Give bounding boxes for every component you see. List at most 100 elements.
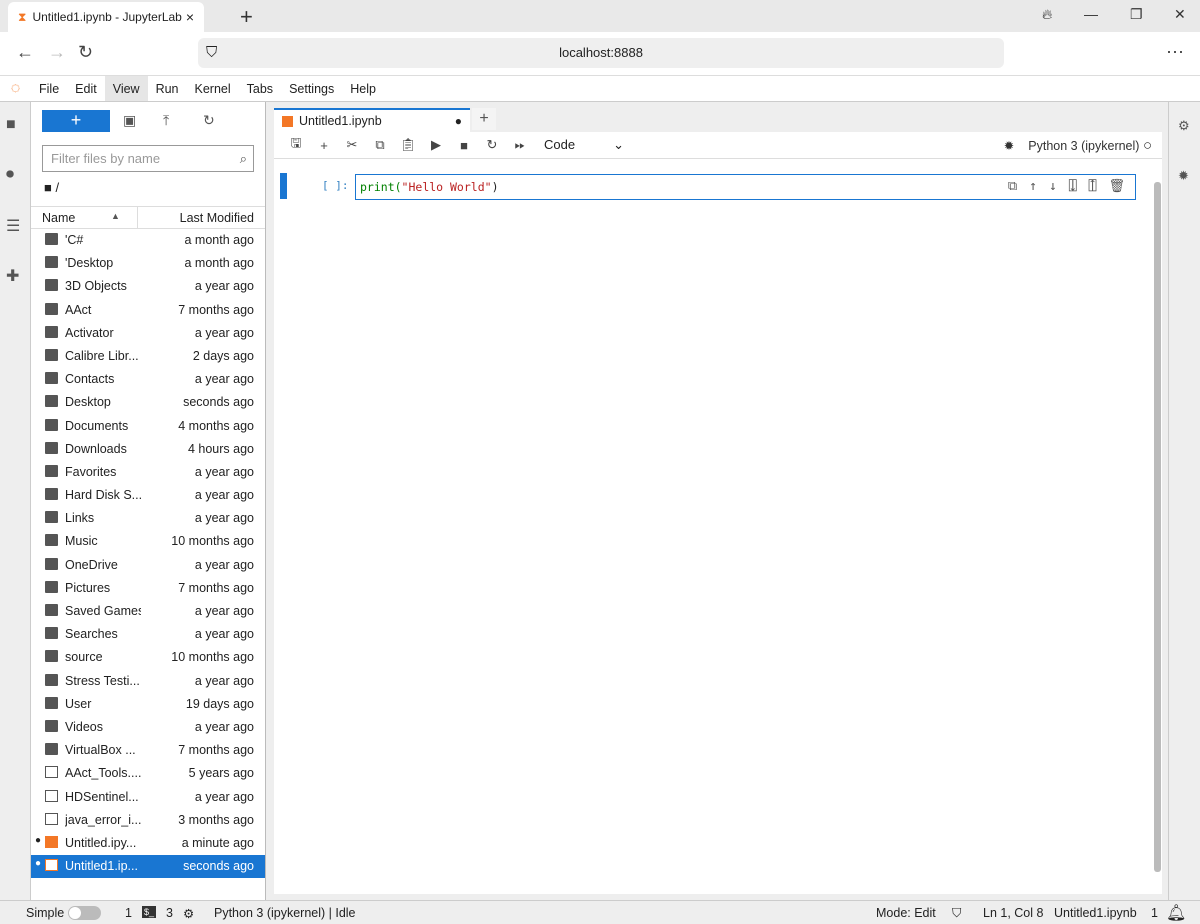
file-row[interactable]: AAct_Tools.... 5 years ago xyxy=(31,762,265,785)
reload-icon[interactable]: ↻ xyxy=(78,42,93,63)
cut-icon[interactable]: ✂ xyxy=(338,137,366,153)
new-folder-icon[interactable]: ▣ xyxy=(123,112,136,129)
file-row[interactable]: Hard Disk S... a year ago xyxy=(31,484,265,507)
kernel-name[interactable]: Python 3 (ipykernel) xyxy=(1028,139,1139,153)
close-tab-icon[interactable]: × xyxy=(186,9,194,25)
browser-tab[interactable]: ⧗ Untitled1.ipynb - JupyterLab × xyxy=(8,2,204,32)
menu-settings[interactable]: Settings xyxy=(281,76,342,101)
tab-notebook[interactable]: Untitled1.ipynb ● xyxy=(274,108,470,132)
file-row[interactable]: 'C# a month ago xyxy=(31,229,265,252)
cell-editor[interactable]: print("Hello World") ⧉ ↑ ↓ ⍗ ⍐ 🗑︎ xyxy=(355,174,1136,200)
file-row[interactable]: Saved Games a year ago xyxy=(31,600,265,623)
kernel-status[interactable]: Python 3 (ipykernel) | Idle xyxy=(214,906,356,920)
paste-icon[interactable]: 📋︎ xyxy=(394,137,422,153)
cell-type-select[interactable]: Code ⌄ xyxy=(544,137,624,153)
bug-icon[interactable]: ✹ xyxy=(1004,139,1014,153)
insert-above-icon[interactable]: ⍗ xyxy=(1069,179,1077,194)
file-row[interactable]: Documents 4 months ago xyxy=(31,415,265,438)
flame-icon[interactable]: 🔥︎ xyxy=(1042,6,1052,23)
file-row[interactable]: Desktop seconds ago xyxy=(31,391,265,414)
move-up-icon[interactable]: ↑ xyxy=(1029,179,1037,194)
file-row[interactable]: VirtualBox ... 7 months ago xyxy=(31,739,265,762)
file-row[interactable]: Calibre Libr... 2 days ago xyxy=(31,345,265,368)
shield-icon[interactable]: ⛉ xyxy=(206,38,217,68)
unsaved-dot-icon[interactable]: ● xyxy=(455,114,462,128)
bell-icon[interactable]: 🔔︎ xyxy=(1166,903,1186,923)
menu-help[interactable]: Help xyxy=(342,76,384,101)
menu-run[interactable]: Run xyxy=(148,76,187,101)
file-row[interactable]: 'Desktop a month ago xyxy=(31,252,265,275)
more-icon[interactable]: ⋯ xyxy=(1166,42,1184,63)
toc-icon[interactable]: ☰ xyxy=(6,216,20,236)
file-row[interactable]: Searches a year ago xyxy=(31,623,265,646)
file-row[interactable]: Stress Testi... a year ago xyxy=(31,670,265,693)
column-name[interactable]: Name xyxy=(42,211,75,225)
file-row[interactable]: Contacts a year ago xyxy=(31,368,265,391)
file-row[interactable]: Music 10 months ago xyxy=(31,530,265,553)
cell-collapser[interactable] xyxy=(280,173,287,199)
save-icon[interactable]: 🖫︎ xyxy=(282,134,310,156)
duplicate-cell-icon[interactable]: ⧉ xyxy=(1008,179,1017,194)
kernel-count[interactable]: 3 xyxy=(166,906,173,920)
fast-forward-icon[interactable]: ⏩︎ xyxy=(506,137,534,153)
file-row[interactable]: HDSentinel... a year ago xyxy=(31,786,265,809)
file-row[interactable]: source 10 months ago xyxy=(31,646,265,669)
filter-input[interactable]: Filter files by name ⌕ xyxy=(42,145,254,172)
upload-icon[interactable]: ⤒ xyxy=(163,112,169,129)
breadcrumb[interactable]: ■ / xyxy=(44,180,59,195)
kernel-chip-icon[interactable]: ⚙ xyxy=(183,906,194,921)
menu-tabs[interactable]: Tabs xyxy=(239,76,281,101)
file-row[interactable]: Downloads 4 hours ago xyxy=(31,438,265,461)
notification-count[interactable]: 1 xyxy=(1151,906,1158,920)
menu-edit[interactable]: Edit xyxy=(67,76,105,101)
simple-mode-toggle[interactable] xyxy=(68,906,101,920)
move-down-icon[interactable]: ↓ xyxy=(1049,179,1057,194)
cursor-position[interactable]: Ln 1, Col 8 xyxy=(983,906,1043,920)
restore-icon[interactable]: ❐ xyxy=(1130,6,1143,23)
add-tab-button[interactable]: + xyxy=(472,108,496,130)
menu-file[interactable]: File xyxy=(31,76,67,101)
new-launcher-button[interactable]: + xyxy=(42,110,110,132)
new-tab-icon[interactable]: + xyxy=(240,4,253,30)
file-row[interactable]: Links a year ago xyxy=(31,507,265,530)
menu-view[interactable]: View xyxy=(104,76,148,101)
breadcrumb-root[interactable]: / xyxy=(55,180,59,195)
copy-icon[interactable]: ⧉ xyxy=(366,137,394,153)
terminal-icon[interactable]: $_ xyxy=(142,906,157,918)
delete-cell-icon[interactable]: 🗑︎ xyxy=(1108,179,1125,194)
file-row[interactable]: OneDrive a year ago xyxy=(31,554,265,577)
file-row[interactable]: Activator a year ago xyxy=(31,322,265,345)
add-cell-icon[interactable]: + xyxy=(310,138,338,153)
file-row[interactable]: AAct 7 months ago xyxy=(31,299,265,322)
extension-icon[interactable]: ✚ xyxy=(6,266,19,286)
forward-icon[interactable]: → xyxy=(48,42,66,63)
restart-icon[interactable]: ↻ xyxy=(478,137,506,153)
column-last-modified[interactable]: Last Modified xyxy=(180,211,254,225)
file-row[interactable]: Favorites a year ago xyxy=(31,461,265,484)
property-inspector-icon[interactable]: ⚙ xyxy=(1178,118,1190,134)
insert-below-icon[interactable]: ⍐ xyxy=(1089,179,1097,194)
terminal-count[interactable]: 1 xyxy=(125,906,132,920)
file-row[interactable]: User 19 days ago xyxy=(31,693,265,716)
run-icon[interactable]: ▶ xyxy=(422,137,450,153)
url-input[interactable]: ⛉ localhost:8888 xyxy=(198,38,1004,68)
close-window-icon[interactable]: ✕ xyxy=(1174,6,1186,23)
file-row[interactable]: Pictures 7 months ago xyxy=(31,577,265,600)
file-row[interactable]: java_error_i... 3 months ago xyxy=(31,809,265,832)
refresh-icon[interactable]: ↻ xyxy=(203,112,215,129)
file-row[interactable]: ● Untitled.ipy... a minute ago xyxy=(31,832,265,855)
debugger-icon[interactable]: ✹ xyxy=(1178,168,1189,184)
kernel-indicator[interactable]: ✹ Python 3 (ipykernel) ○ xyxy=(1004,137,1152,154)
stop-icon[interactable]: ■ xyxy=(450,138,478,153)
file-row[interactable]: 3D Objects a year ago xyxy=(31,275,265,298)
menu-kernel[interactable]: Kernel xyxy=(187,76,239,101)
trust-icon[interactable]: ⛉ xyxy=(952,906,961,921)
file-row[interactable]: ● Untitled1.ip... seconds ago xyxy=(31,855,265,879)
code-cell[interactable]: [ ]: print("Hello World") ⧉ ↑ ↓ ⍗ ⍐ 🗑︎ xyxy=(274,172,1144,202)
file-row[interactable]: Videos a year ago xyxy=(31,716,265,739)
minimize-icon[interactable]: — xyxy=(1084,6,1098,22)
folder-icon[interactable]: ■ xyxy=(6,116,16,134)
running-icon[interactable]: ⏺ xyxy=(6,166,14,184)
back-icon[interactable]: ← xyxy=(16,42,34,63)
vertical-scrollbar[interactable] xyxy=(1154,172,1162,890)
